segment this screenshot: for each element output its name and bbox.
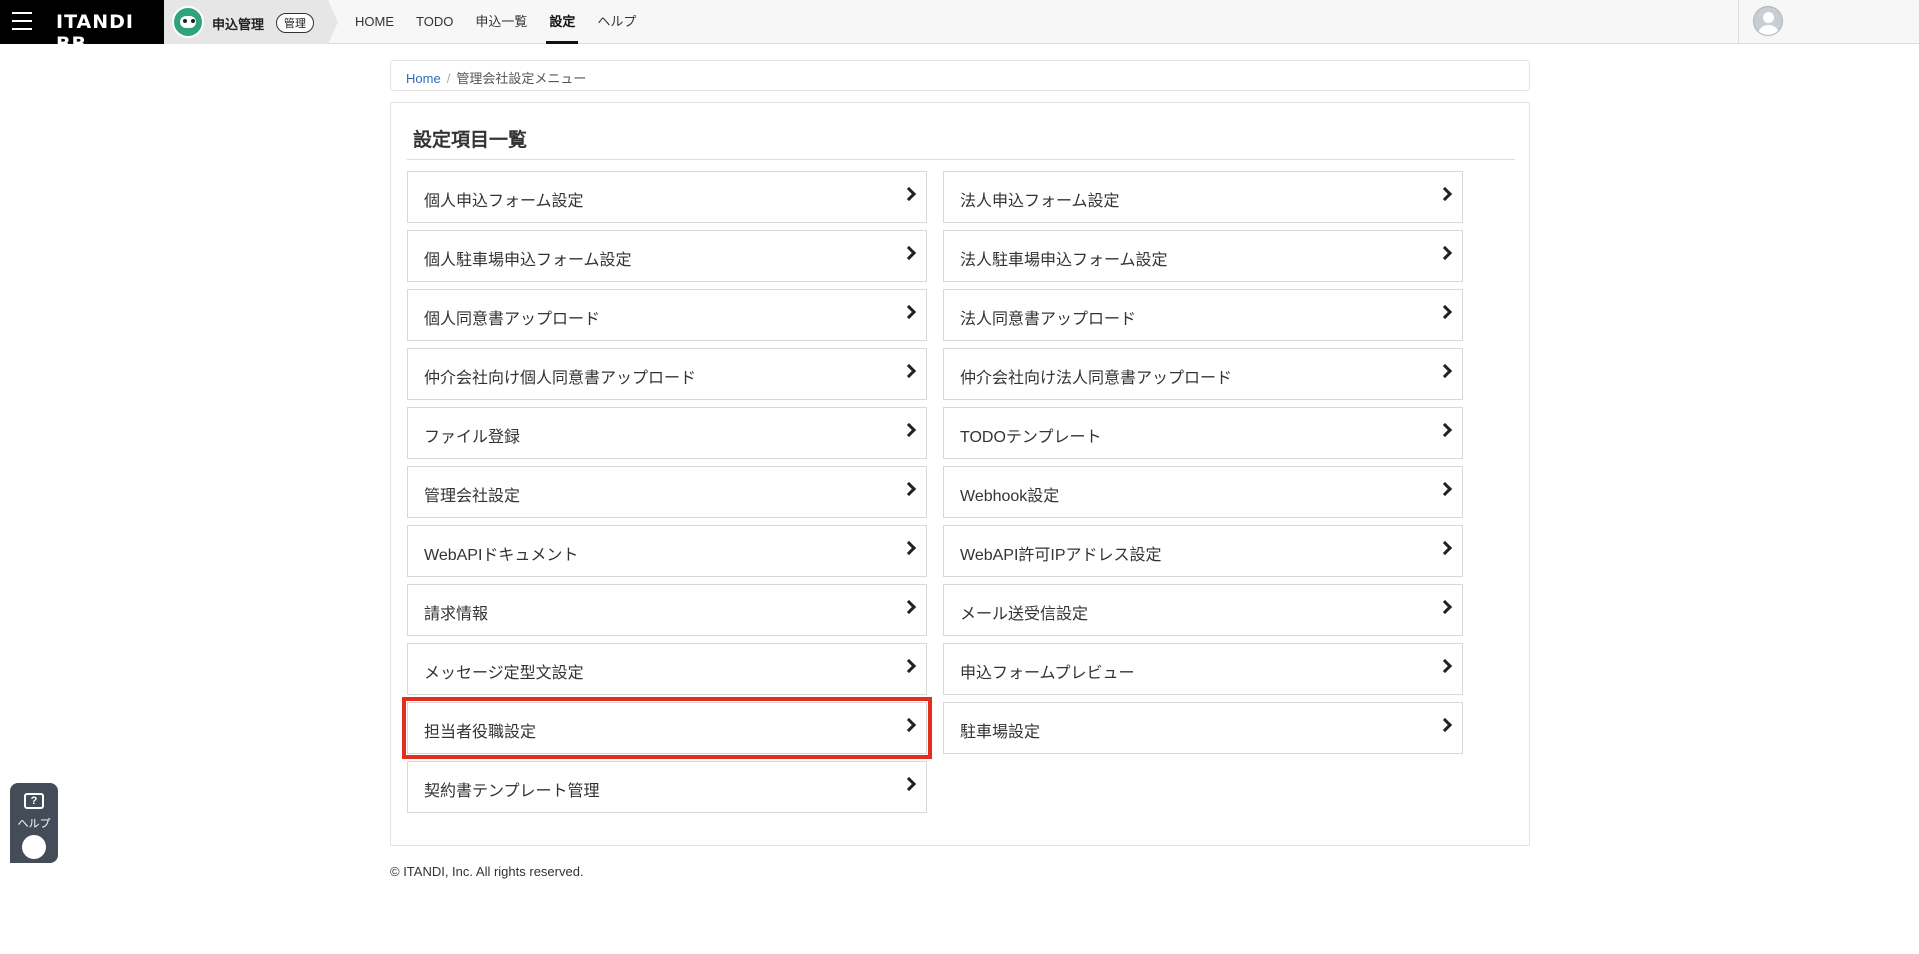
chevron-right-icon (1437, 717, 1453, 733)
chevron-right-icon (1437, 481, 1453, 497)
app-mascot-icon (172, 6, 204, 38)
chevron-right-icon (901, 717, 917, 733)
menu-item-corporate-application-form[interactable]: 法人申込フォーム設定 (943, 171, 1463, 223)
menu-item-label: Webhook設定 (960, 488, 1060, 505)
menu-item-label: メッセージ定型文設定 (424, 665, 584, 682)
menu-item-contract-template[interactable]: 契約書テンプレート管理 (407, 761, 927, 813)
user-menu[interactable] (1738, 0, 1919, 44)
nav-applications[interactable]: 申込一覧 (464, 0, 538, 44)
menu-item-label: 担当者役職設定 (424, 724, 537, 741)
chevron-right-icon (1437, 658, 1453, 674)
chevron-right-icon (1437, 363, 1453, 379)
app-name: 申込管理 (212, 17, 265, 32)
settings-menu-grid: 個人申込フォーム設定 法人申込フォーム設定 個人駐車場申込フォーム設定 法人駐車… (402, 171, 1465, 813)
nav-settings[interactable]: 設定 (538, 0, 586, 44)
menu-item-label: 仲介会社向け個人同意書アップロード (424, 370, 697, 387)
chevron-right-icon (901, 599, 917, 615)
menu-item-corporate-parking-form[interactable]: 法人駐車場申込フォーム設定 (943, 230, 1463, 282)
help-floating-button[interactable]: ? ヘルプ (10, 783, 58, 863)
menu-item-label: 個人申込フォーム設定 (424, 193, 584, 210)
menu-item-label: 申込フォームプレビュー (960, 665, 1135, 682)
menu-item-broker-individual-consent-upload[interactable]: 仲介会社向け個人同意書アップロード (407, 348, 927, 400)
nav-home[interactable]: HOME (344, 0, 405, 44)
menu-item-corporate-consent-upload[interactable]: 法人同意書アップロード (943, 289, 1463, 341)
menu-item-form-preview[interactable]: 申込フォームプレビュー (943, 643, 1463, 695)
nav-help[interactable]: ヘルプ (586, 0, 647, 44)
menu-item-label: TODOテンプレート (960, 429, 1102, 446)
chevron-right-icon (901, 363, 917, 379)
chevron-right-icon (901, 658, 917, 674)
menu-item-individual-consent-upload[interactable]: 個人同意書アップロード (407, 289, 927, 341)
menu-item-label: 管理会社設定 (424, 488, 521, 505)
menu-item-email-settings[interactable]: メール送受信設定 (943, 584, 1463, 636)
menu-item-billing-info[interactable]: 請求情報 (407, 584, 927, 636)
mascot-icon (22, 835, 46, 859)
chevron-right-icon (901, 304, 917, 320)
page-title: 設定項目一覧 (413, 130, 528, 151)
menu-item-management-company-settings[interactable]: 管理会社設定 (407, 466, 927, 518)
top-navbar: ITANDI BB 申込管理 管理 HOME TODO 申込一覧 設定 ヘルプ (0, 0, 1919, 55)
brand-block: ITANDI BB (0, 0, 164, 55)
chevron-right-icon (901, 186, 917, 202)
menu-item-webhook-settings[interactable]: Webhook設定 (943, 466, 1463, 518)
menu-item-label: 法人申込フォーム設定 (960, 193, 1120, 210)
settings-panel: 設定項目一覧 個人申込フォーム設定 法人申込フォーム設定 個人駐車場申込フォーム… (390, 102, 1530, 846)
nav-todo[interactable]: TODO (405, 0, 464, 44)
menu-item-label: 駐車場設定 (960, 724, 1041, 741)
breadcrumb: Home / 管理会社設定メニュー (390, 60, 1530, 91)
menu-item-individual-application-form[interactable]: 個人申込フォーム設定 (407, 171, 927, 223)
menu-item-parking-settings[interactable]: 駐車場設定 (943, 702, 1463, 754)
breadcrumb-home-link[interactable]: Home (406, 71, 441, 86)
menu-item-label: WebAPI許可IPアドレス設定 (960, 547, 1162, 564)
hamburger-menu-icon[interactable] (12, 12, 32, 30)
menu-item-label: 請求情報 (424, 606, 489, 623)
menu-item-message-templates[interactable]: メッセージ定型文設定 (407, 643, 927, 695)
chevron-right-icon (1437, 304, 1453, 320)
menu-item-individual-parking-form[interactable]: 個人駐車場申込フォーム設定 (407, 230, 927, 282)
help-question-icon: ? (24, 793, 44, 809)
chevron-right-icon (901, 422, 917, 438)
chevron-right-icon (1437, 245, 1453, 261)
menu-item-label: 個人駐車場申込フォーム設定 (424, 252, 632, 269)
brand-logo[interactable]: ITANDI BB (56, 11, 164, 55)
breadcrumb-separator: / (446, 71, 451, 86)
menu-item-label: 法人駐車場申込フォーム設定 (960, 252, 1168, 269)
chevron-right-icon (1437, 422, 1453, 438)
menu-item-broker-corporate-consent-upload[interactable]: 仲介会社向け法人同意書アップロード (943, 348, 1463, 400)
menu-item-label: ファイル登録 (424, 429, 521, 446)
chevron-right-icon (1437, 540, 1453, 556)
user-avatar-icon[interactable] (1753, 6, 1783, 36)
footer-copyright: © ITANDI, Inc. All rights reserved. (390, 864, 584, 879)
chevron-right-icon (901, 776, 917, 792)
breadcrumb-current: 管理会社設定メニュー (456, 71, 587, 86)
chevron-right-icon (1437, 599, 1453, 615)
menu-item-label: 契約書テンプレート管理 (424, 783, 600, 800)
menu-item-label: 仲介会社向け法人同意書アップロード (960, 370, 1233, 387)
main-nav: HOME TODO 申込一覧 設定 ヘルプ (344, 0, 647, 44)
menu-item-label: メール送受信設定 (960, 606, 1089, 623)
menu-item-file-registration[interactable]: ファイル登録 (407, 407, 927, 459)
menu-item-label: 個人同意書アップロード (424, 311, 601, 328)
app-switcher[interactable]: 申込管理 管理 (164, 0, 338, 44)
menu-item-webapi-docs[interactable]: WebAPIドキュメント (407, 525, 927, 577)
menu-item-staff-position-settings[interactable]: 担当者役職設定 (402, 697, 932, 759)
app-role-badge: 管理 (276, 13, 314, 33)
menu-item-label: WebAPIドキュメント (424, 547, 579, 564)
chevron-right-icon (901, 481, 917, 497)
chevron-right-icon (901, 245, 917, 261)
help-label: ヘルプ (17, 818, 51, 830)
menu-item-label: 法人同意書アップロード (960, 311, 1137, 328)
chevron-right-icon (1437, 186, 1453, 202)
menu-item-webapi-ip-allowlist[interactable]: WebAPI許可IPアドレス設定 (943, 525, 1463, 577)
title-divider (407, 159, 1515, 160)
menu-item-todo-template[interactable]: TODOテンプレート (943, 407, 1463, 459)
chevron-right-icon (901, 540, 917, 556)
